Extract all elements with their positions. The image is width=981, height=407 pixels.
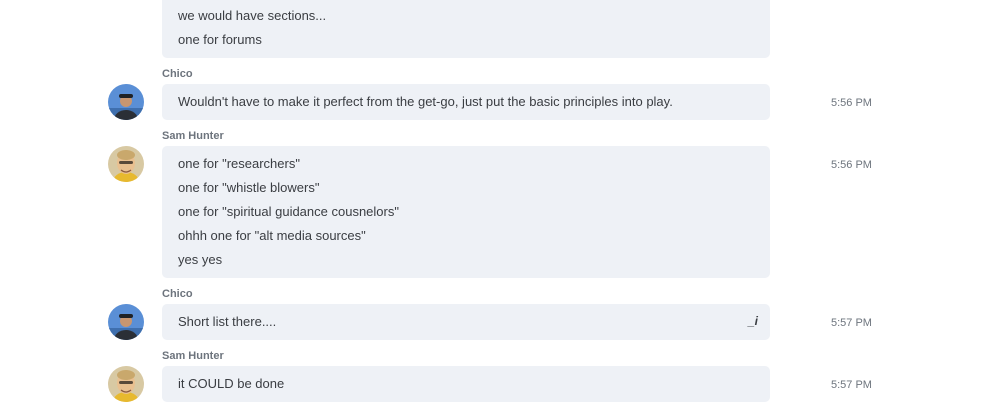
message-bubble[interactable]: Wouldn't have to make it perfect from th… [162,84,770,120]
chico-avatar-icon[interactable] [108,304,144,340]
message-line: Short list there.... [178,314,277,329]
message-line: one for "researchers" [178,156,300,171]
message-line: Wouldn't have to make it perfect from th… [178,94,673,109]
message-line: one for forums [178,32,262,47]
message-line: one for "whistle blowers" [178,180,320,195]
chat-transcript: we would have sections... one for forums… [0,0,981,407]
message-bubble[interactable]: we would have sections... one for forums [162,0,770,58]
chico-avatar-icon[interactable] [108,84,144,120]
message-timestamp[interactable]: 5:56 PM [831,97,872,110]
sender-name[interactable]: Sam Hunter [162,130,224,143]
sender-name[interactable]: Sam Hunter [162,350,224,363]
message-bubble[interactable]: Short list there.... _i [162,304,770,340]
message-timestamp[interactable]: 5:57 PM [831,379,872,392]
message-line: we would have sections... [178,8,327,23]
message-line: yes yes [178,252,223,267]
sam-avatar-icon[interactable] [108,366,144,402]
message-timestamp[interactable]: 5:57 PM [831,317,872,330]
message-bubble[interactable]: it COULD be done [162,366,770,402]
message-timestamp[interactable]: 5:56 PM [831,159,872,172]
sender-name[interactable]: Chico [162,68,193,81]
message-line: ohhh one for "alt media sources" [178,228,366,243]
message-line: it COULD be done [178,376,285,391]
message-line: one for "spiritual guidance cousnelors" [178,204,399,219]
sender-name[interactable]: Chico [162,288,193,301]
message-bubble[interactable]: one for "researchers" one for "whistle b… [162,146,770,278]
sam-avatar-icon[interactable] [108,146,144,182]
edit-indicator-icon[interactable]: _i [748,314,758,328]
